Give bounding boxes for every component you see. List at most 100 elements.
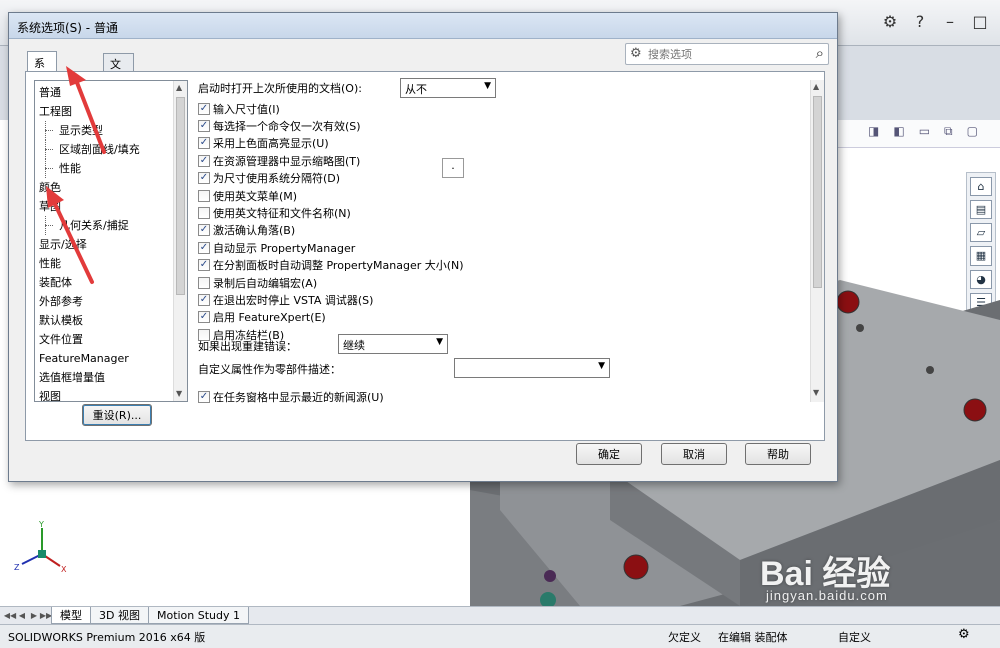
checkbox-label: 输入尺寸值(I) xyxy=(213,102,280,116)
tab-model[interactable]: 模型 xyxy=(51,607,91,624)
checkbox-row[interactable]: 录制后自动编辑宏(A) xyxy=(198,274,317,291)
custom-prop-select[interactable]: ▼ xyxy=(454,358,610,378)
viewport-controls: ◨ ◧ ▭ ⧉ ▢ xyxy=(868,124,978,139)
tree-item[interactable]: 几何关系/捕捉 xyxy=(39,216,171,235)
tree-scroll-thumb[interactable] xyxy=(176,97,185,295)
checkbox-row[interactable]: ✓ 在退出宏时停止 VSTA 调试器(S) xyxy=(198,291,373,308)
dialog-titlebar[interactable]: 系统选项(S) - 普通 xyxy=(9,13,837,39)
checkbox-row[interactable]: ✓ 为尺寸使用系统分隔符(D) xyxy=(198,170,340,187)
ok-button[interactable]: 确定 xyxy=(576,443,642,465)
tree-item[interactable]: 草图 xyxy=(39,197,171,216)
folder-icon[interactable]: ▱ xyxy=(970,223,992,243)
tree-item[interactable]: 装配体 xyxy=(39,273,171,292)
tree-item[interactable]: 默认模板 xyxy=(39,311,171,330)
checkbox-row[interactable]: ✓ 采用上色面高亮显示(U) xyxy=(198,135,329,152)
checkbox-row[interactable]: ✓ 在分割面板时自动调整 PropertyManager 大小(N) xyxy=(198,257,464,274)
minimize-icon[interactable]: – xyxy=(940,12,960,31)
checkbox-row[interactable]: ✓ 自动显示 PropertyManager xyxy=(198,239,355,256)
checkbox-row[interactable]: ✓ 每选择一个命令仅一次有效(S) xyxy=(198,117,361,134)
checkbox[interactable]: ✓ xyxy=(198,137,210,150)
reset-button[interactable]: 重设(R)... xyxy=(82,404,152,426)
tab-3d-view[interactable]: 3D 视图 xyxy=(90,607,149,624)
status-options-icon[interactable]: ⚙ xyxy=(958,627,970,642)
checkbox[interactable]: ✓ xyxy=(198,119,210,132)
next-tab-icon[interactable]: ▶ xyxy=(28,607,40,624)
close-view-icon[interactable]: ▢ xyxy=(967,124,978,139)
checkbox-row[interactable]: 使用英文特征和文件名称(N) xyxy=(198,204,351,221)
checkbox[interactable]: ✓ xyxy=(198,293,210,306)
tree-item-label: 工程图 xyxy=(39,105,72,118)
tree-item[interactable]: 工程图 xyxy=(39,102,171,121)
checkbox-row[interactable]: ✓ 激活确认角落(B) xyxy=(198,222,295,239)
tab-system-options[interactable]: 系统选项(S) xyxy=(27,51,57,132)
status-mode: 在编辑 装配体 xyxy=(718,631,788,644)
checkbox-row[interactable]: ✓ 输入尺寸值(I) xyxy=(198,100,280,117)
cancel-button[interactable]: 取消 xyxy=(661,443,727,465)
checkbox[interactable]: ✓ xyxy=(198,259,210,272)
tree-item[interactable]: 文件位置 xyxy=(39,330,171,349)
status-custom[interactable]: 自定义 xyxy=(838,629,871,645)
tree-item-label: 显示类型 xyxy=(59,124,103,137)
search-icon[interactable]: ⌕ xyxy=(816,44,824,62)
rebuild-error-select[interactable]: 继续 ▼ xyxy=(338,334,448,354)
tree-item[interactable]: 性能 xyxy=(39,254,171,273)
checkbox[interactable]: ✓ xyxy=(198,224,210,237)
checkbox[interactable] xyxy=(198,189,210,202)
checkbox-label: 启用 FeatureXpert(E) xyxy=(213,311,326,325)
tree-item-label: 性能 xyxy=(39,257,61,270)
scroll-up-icon[interactable]: ▲ xyxy=(176,83,182,92)
checkbox[interactable] xyxy=(198,206,210,219)
checkbox-row-news[interactable]: ✓ 在任务窗格中显示最近的新闻源(U) xyxy=(198,388,384,405)
tile-view-icon[interactable]: ⧉ xyxy=(944,124,953,139)
dropdown-arrow-icon: ▼ xyxy=(484,81,491,91)
tree-item[interactable]: 性能 xyxy=(39,159,171,178)
scroll-up-icon[interactable]: ▲ xyxy=(813,82,819,91)
maximize-icon[interactable]: □ xyxy=(970,12,990,31)
checkbox[interactable]: ✓ xyxy=(198,241,210,254)
dialog-title: 系统选项(S) - 普通 xyxy=(17,21,118,35)
restore-view-icon[interactable]: ▭ xyxy=(919,124,930,139)
separator-field[interactable]: . xyxy=(442,158,464,178)
home-icon[interactable]: ⌂ xyxy=(970,177,992,197)
checkbox[interactable]: ✓ xyxy=(198,154,210,167)
tab-document-properties[interactable]: 文档属性(D) xyxy=(103,53,135,133)
collapse-right-icon[interactable]: ◧ xyxy=(893,124,904,139)
search-input[interactable] xyxy=(646,46,806,62)
gear-icon[interactable]: ⚙ xyxy=(880,12,900,31)
options-scrollbar[interactable]: ▲ ▼ xyxy=(810,80,824,402)
tree-item[interactable]: 选值框增量值 xyxy=(39,368,171,387)
tree-item[interactable]: 区域剖面线/填充 xyxy=(39,140,171,159)
tree-item[interactable]: FeatureManager xyxy=(39,349,171,368)
first-tab-icon[interactable]: ◀◀ xyxy=(4,607,16,624)
tab-motion-study[interactable]: Motion Study 1 xyxy=(147,607,250,624)
checkbox[interactable]: ✓ xyxy=(198,172,210,185)
checkbox-row[interactable]: 使用英文菜单(M) xyxy=(198,187,297,204)
help-button[interactable]: 帮助 xyxy=(745,443,811,465)
checkbox-label: 使用英文菜单(M) xyxy=(213,189,298,203)
checkbox-row[interactable]: ✓ 启用 FeatureXpert(E) xyxy=(198,309,326,326)
tree-item[interactable]: 普通 xyxy=(39,83,171,102)
prev-tab-icon[interactable]: ◀ xyxy=(16,607,28,624)
svg-text:Z: Z xyxy=(14,563,20,572)
scroll-down-icon[interactable]: ▼ xyxy=(813,388,819,397)
open-last-select[interactable]: 从不 ▼ xyxy=(400,78,496,98)
watermark-url: jingyan.baidu.com xyxy=(766,588,888,603)
parts-icon[interactable]: ▤ xyxy=(970,200,992,220)
tree-item[interactable]: 显示/选择 xyxy=(39,235,171,254)
checkbox[interactable]: ✓ xyxy=(198,311,210,324)
tree-item[interactable]: 颜色 xyxy=(39,178,171,197)
checkbox[interactable]: ✓ xyxy=(198,390,210,403)
options-scroll-thumb[interactable] xyxy=(813,96,822,288)
tree-item[interactable]: 外部参考 xyxy=(39,292,171,311)
collapse-left-icon[interactable]: ◨ xyxy=(868,124,879,139)
tree-item[interactable]: 显示类型 xyxy=(39,121,171,140)
tree-scrollbar[interactable]: ▲ ▼ xyxy=(173,81,187,401)
scroll-down-icon[interactable]: ▼ xyxy=(176,389,182,398)
checkbox[interactable]: ✓ xyxy=(198,102,210,115)
tree-item[interactable]: 视图 xyxy=(39,387,171,401)
checkbox-label: 在分割面板时自动调整 PropertyManager 大小(N) xyxy=(213,259,464,273)
checkbox-row[interactable]: ✓ 在资源管理器中显示缩略图(T) xyxy=(198,152,360,169)
search-settings-icon[interactable]: ⚙ xyxy=(630,46,642,61)
checkbox[interactable] xyxy=(198,276,210,289)
help-icon[interactable]: ? xyxy=(910,12,930,31)
